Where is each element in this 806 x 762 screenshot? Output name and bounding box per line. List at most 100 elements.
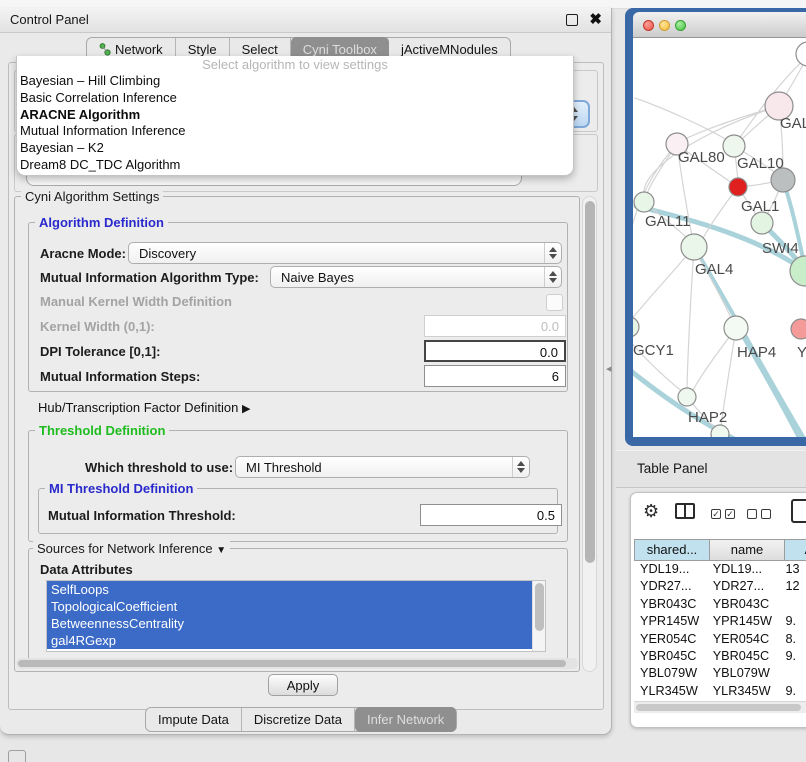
table-horizontal-scrollbar[interactable] <box>634 701 806 713</box>
mi-threshold-definition-title: MI Threshold Definition <box>45 481 197 496</box>
dropdown-item-dream8-dc-tdc-algorithm[interactable]: Dream8 DC_TDC Algorithm <box>17 157 573 174</box>
which-threshold-select[interactable]: MI Threshold <box>235 456 530 478</box>
table-cell: YBR043C <box>707 596 780 613</box>
mi-threshold-field[interactable]: 0.5 <box>420 504 562 526</box>
dpi-tolerance-field[interactable]: 0.0 <box>424 340 566 362</box>
tab-label: Infer Network <box>367 712 444 727</box>
table-cell: 9. <box>779 613 806 630</box>
close-traffic-light-icon[interactable] <box>643 20 654 31</box>
minimize-traffic-light-icon[interactable] <box>659 20 670 31</box>
network-node-3[interactable] <box>723 135 745 157</box>
gear-icon[interactable]: ⚙ <box>643 501 659 522</box>
control-panel-titlebar[interactable]: Control Panel ✖ <box>0 8 611 33</box>
network-node-10[interactable] <box>633 317 639 337</box>
mi-algorithm-type-select[interactable]: Naive Bayes <box>270 266 562 288</box>
network-node-5[interactable] <box>729 178 747 196</box>
table-cell: 9. <box>779 683 806 700</box>
combo-stepper-icon <box>544 243 561 263</box>
dropdown-item-bayesian-k2[interactable]: Bayesian – K2 <box>17 140 573 157</box>
table-row[interactable]: YDL19...YDL19...13 <box>634 561 806 578</box>
mi-steps-field[interactable]: 6 <box>424 365 566 387</box>
expand-right-icon[interactable]: ▶ <box>242 403 250 415</box>
network-window-titlebar[interactable] <box>633 12 806 38</box>
data-attributes-list[interactable]: SelfLoopsTopologicalCoefficientBetweenne… <box>46 580 546 652</box>
table-cell: YBR043C <box>634 596 707 613</box>
table-row[interactable]: YLR345WYLR345W9. <box>634 683 806 700</box>
table-cell: YDL19... <box>707 561 780 578</box>
table-row[interactable]: YBL079WYBL079W <box>634 665 806 682</box>
table-row[interactable]: YER054CYER054C8. <box>634 631 806 648</box>
node-label-gal1: GAL1 <box>741 198 779 215</box>
panel-collapse-icon[interactable]: ◂ <box>606 362 612 375</box>
list-scrollbar[interactable] <box>532 581 545 651</box>
tab-impute-data[interactable]: Impute Data <box>146 708 242 731</box>
table-cell: YDR27... <box>634 578 707 595</box>
dropdown-item-bayesian-hill-climbing[interactable]: Bayesian – Hill Climbing <box>17 73 573 90</box>
tab-infer-network[interactable]: Infer Network <box>355 707 456 732</box>
dropdown-item-basic-correlation-inference[interactable]: Basic Correlation Inference <box>17 90 573 107</box>
dropdown-item-aracne-algorithm[interactable]: ARACNE Algorithm <box>17 107 573 124</box>
tab-label: Discretize Data <box>254 712 342 727</box>
table-row[interactable]: YBR045CYBR045C9. <box>634 648 806 665</box>
hub-definition-label[interactable]: Hub/Transcription Factor Definition ▶ <box>38 400 250 415</box>
threshold-definition-title: Threshold Definition <box>35 423 169 438</box>
float-window-icon[interactable] <box>566 14 578 26</box>
combo-stepper-icon <box>512 457 529 477</box>
dropdown-placeholder: Select algorithm to view settings <box>17 56 573 73</box>
list-item-selfloops[interactable]: SelfLoops <box>47 581 532 598</box>
network-node-13[interactable] <box>678 388 696 406</box>
docked-panel-icon[interactable] <box>8 750 26 762</box>
scrollbar-thumb[interactable] <box>585 201 595 563</box>
network-node-7[interactable] <box>634 192 654 212</box>
list-item-betweennesscentrality[interactable]: BetweennessCentrality <box>47 615 532 632</box>
table-cell: YBR045C <box>634 648 707 665</box>
sources-group-title: Sources for Network Inference ▼ <box>33 541 230 556</box>
dropdown-item-list: Bayesian – Hill ClimbingBasic Correlatio… <box>17 73 573 174</box>
mi-steps-label: Mutual Information Steps: <box>40 369 200 384</box>
collapse-down-icon[interactable]: ▼ <box>216 545 226 556</box>
network-edge[interactable] <box>633 247 694 320</box>
which-threshold-label: Which threshold to use: <box>85 460 233 475</box>
network-node-12[interactable] <box>791 319 806 339</box>
table-cell: YBR045C <box>707 648 780 665</box>
network-node-0[interactable] <box>796 42 806 66</box>
tab-discretize-data[interactable]: Discretize Data <box>242 708 355 731</box>
network-node-6[interactable] <box>751 212 773 234</box>
scrollbar-thumb[interactable] <box>636 704 801 711</box>
network-node-11[interactable] <box>724 316 748 340</box>
select-all-icon[interactable]: ✓ <box>711 509 721 519</box>
list-item-topologicalcoefficient[interactable]: TopologicalCoefficient <box>47 598 532 615</box>
column-header-a[interactable]: A <box>784 539 806 561</box>
columns-icon[interactable] <box>675 503 695 519</box>
scrollbar-thumb[interactable] <box>535 583 544 631</box>
table-row[interactable]: YBR043CYBR043C <box>634 596 806 613</box>
network-canvas[interactable]: GALGAL80GAL10GAL1GAL11SWI4GAL4GCY1HAP4YH… <box>633 38 806 437</box>
zoom-traffic-light-icon[interactable] <box>675 20 686 31</box>
network-icon <box>99 43 111 56</box>
table-row[interactable]: YDR27...YDR27...12 <box>634 578 806 595</box>
table-header-row: shared...nameA <box>634 539 806 561</box>
column-header-shared[interactable]: shared... <box>634 539 709 561</box>
kernel-width-field[interactable]: 0.0 <box>424 315 566 337</box>
table-row[interactable]: YPR145WYPR145W9. <box>634 613 806 630</box>
deselect-all-icon[interactable] <box>747 509 757 519</box>
close-icon[interactable]: ✖ <box>589 10 602 30</box>
select-all-icon[interactable]: ✓ <box>725 509 735 519</box>
network-node-8[interactable] <box>681 234 707 260</box>
dropdown-item-mutual-information-inference[interactable]: Mutual Information Inference <box>17 123 573 140</box>
table-cell: YDR27... <box>707 578 780 595</box>
network-edge[interactable] <box>687 247 694 388</box>
deselect-all-icon[interactable] <box>761 509 771 519</box>
settings-vertical-scrollbar[interactable] <box>582 196 597 672</box>
column-header-name[interactable]: name <box>709 539 784 561</box>
scrollbar-thumb[interactable] <box>18 660 566 667</box>
aracne-mode-select[interactable]: Discovery <box>128 242 562 264</box>
apply-button[interactable]: Apply <box>268 674 338 696</box>
node-label-gcy1: GCY1 <box>633 342 674 359</box>
network-node-14[interactable] <box>711 425 729 437</box>
function-builder-icon[interactable] <box>791 499 806 523</box>
table-panel-titlebar[interactable]: Table Panel <box>616 450 806 488</box>
manual-kernel-width-checkbox[interactable] <box>546 294 563 311</box>
list-item-gal4rgexp[interactable]: gal4RGexp <box>47 632 532 649</box>
settings-horizontal-scrollbar[interactable] <box>16 658 578 669</box>
